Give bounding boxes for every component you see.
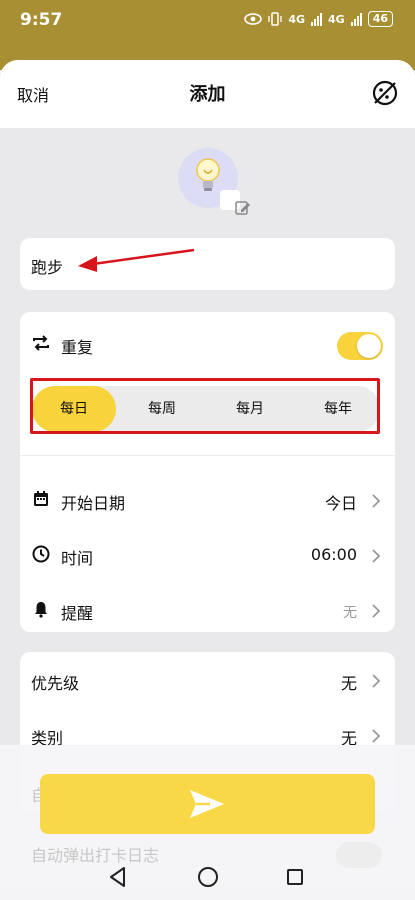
battery-icon: 46 [367,11,393,27]
chevron-right-icon [372,604,381,618]
network-type-2: 4G [328,12,345,26]
chevron-right-icon [372,729,381,743]
recent-apps-nav-icon[interactable] [287,869,303,885]
signal-icon-2 [350,12,362,26]
theme-icon[interactable] [371,79,399,107]
vibrate-icon [268,12,282,26]
frequency-selector: 每日 每周 每月 每年 [32,386,380,432]
eye-icon [244,13,263,25]
frequency-yearly[interactable]: 每年 [296,386,380,432]
home-nav-icon[interactable] [198,867,218,887]
bulb-icon [196,158,220,191]
back-nav-icon[interactable] [108,866,128,888]
repeat-label: 重复 [61,338,94,357]
annotation-arrow-icon [78,248,195,272]
start-date-value: 今日 [324,494,357,513]
priority-label: 优先级 [31,674,80,693]
system-nav-bar [0,858,415,900]
calendar-icon [34,491,48,506]
bell-icon [35,602,47,618]
signal-icon [311,12,322,26]
top-bar: 取消 添加 [0,60,415,128]
priority-value: 无 [340,674,357,693]
repeat-toggle[interactable] [337,332,383,360]
frequency-monthly[interactable]: 每月 [208,386,292,432]
page-title: 添加 [189,84,226,105]
send-icon [190,790,224,818]
chevron-right-icon [372,549,381,563]
network-type-1: 4G [288,12,305,26]
time-label: 时间 [61,549,94,568]
edit-icon[interactable] [220,190,250,215]
start-date-row[interactable]: 开始日期 今日 [20,480,395,520]
reminder-label: 提醒 [61,604,94,623]
repeat-icon [33,335,49,351]
frequency-weekly[interactable]: 每周 [120,386,204,432]
reminder-value: 无 [343,605,357,621]
frequency-daily[interactable]: 每日 [32,386,116,432]
status-icons: 4G 4G 46 [244,11,393,27]
status-time: 9:57 [20,10,63,30]
divider [20,455,395,456]
time-row[interactable]: 时间 06:00 [20,535,395,575]
task-name-input[interactable]: 跑步 [31,254,63,278]
chevron-right-icon [372,674,381,688]
repeat-card: 重复 每日 每周 每月 每年 开始日期 今日 时间 06:00 提醒 无 [20,312,395,632]
reminder-row[interactable]: 提醒 无 [20,590,395,630]
toggle-knob [357,334,381,358]
start-date-label: 开始日期 [61,494,126,513]
clock-icon [32,545,50,563]
submit-button[interactable] [40,774,375,834]
priority-row[interactable]: 优先级 无 [20,660,395,700]
chevron-right-icon [372,494,381,508]
task-icon-picker[interactable] [178,148,250,215]
time-value: 06:00 [310,545,357,564]
